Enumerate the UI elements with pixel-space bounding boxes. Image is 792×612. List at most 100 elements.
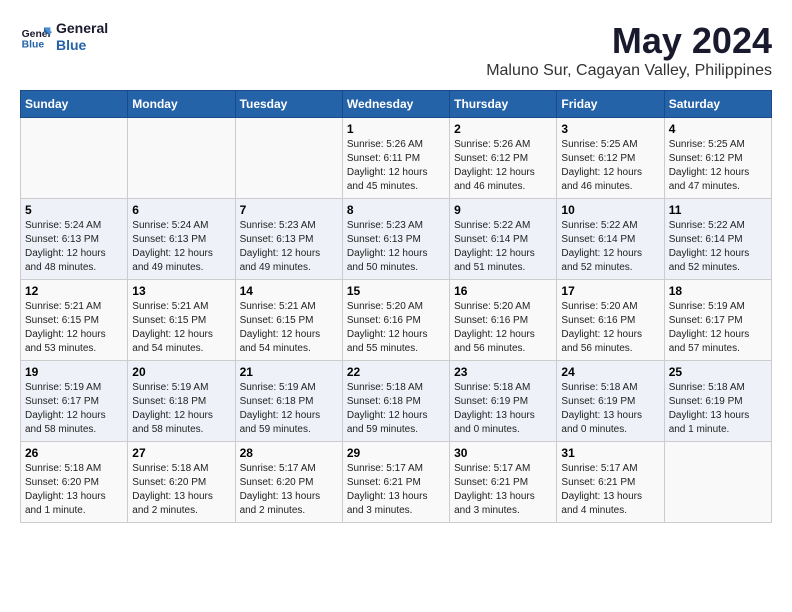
calendar-cell: 3 Sunrise: 5:25 AM Sunset: 6:12 PM Daylig… (557, 118, 664, 199)
page-header: General Blue General Blue May 2024 Malun… (20, 20, 772, 80)
calendar-cell: 19 Sunrise: 5:19 AM Sunset: 6:17 PM Dayli… (21, 361, 128, 442)
logo-general: General (56, 20, 108, 37)
calendar-cell: 29 Sunrise: 5:17 AM Sunset: 6:21 PM Dayli… (342, 442, 449, 523)
calendar-cell: 21 Sunrise: 5:19 AM Sunset: 6:18 PM Dayli… (235, 361, 342, 442)
day-number: 26 (25, 446, 123, 460)
day-number: 10 (561, 203, 659, 217)
calendar-cell: 4 Sunrise: 5:25 AM Sunset: 6:12 PM Daylig… (664, 118, 771, 199)
day-info: Sunrise: 5:20 AM Sunset: 6:16 PM Dayligh… (347, 300, 445, 356)
calendar-week-row: 26 Sunrise: 5:18 AM Sunset: 6:20 PM Dayli… (21, 442, 772, 523)
calendar-cell: 8 Sunrise: 5:23 AM Sunset: 6:13 PM Daylig… (342, 199, 449, 280)
calendar-cell: 15Sunrise: 5:20 AM Sunset: 6:16 PM Dayli… (342, 280, 449, 361)
day-of-week-tuesday: Tuesday (235, 91, 342, 118)
calendar-cell: 25 Sunrise: 5:18 AM Sunset: 6:19 PM Dayli… (664, 361, 771, 442)
day-number: 25 (669, 365, 767, 379)
day-number: 20 (132, 365, 230, 379)
day-info: Sunrise: 5:20 AM Sunset: 6:16 PM Dayligh… (454, 300, 552, 356)
day-info: Sunrise: 5:25 AM Sunset: 6:12 PM Dayligh… (561, 138, 659, 194)
day-info: Sunrise: 5:21 AM Sunset: 6:15 PM Dayligh… (132, 300, 230, 356)
calendar-cell: 2 Sunrise: 5:26 AM Sunset: 6:12 PM Daylig… (450, 118, 557, 199)
calendar-cell (664, 442, 771, 523)
day-of-week-friday: Friday (557, 91, 664, 118)
day-number: 19 (25, 365, 123, 379)
calendar-cell: 11 Sunrise: 5:22 AM Sunset: 6:14 PM Dayli… (664, 199, 771, 280)
calendar-week-row: 19 Sunrise: 5:19 AM Sunset: 6:17 PM Dayli… (21, 361, 772, 442)
day-number: 31 (561, 446, 659, 460)
day-of-week-saturday: Saturday (664, 91, 771, 118)
day-number: 14 (240, 284, 338, 298)
calendar-cell: 7Sunrise: 5:23 AM Sunset: 6:13 PM Daylig… (235, 199, 342, 280)
day-number: 12 (25, 284, 123, 298)
day-info: Sunrise: 5:23 AM Sunset: 6:13 PM Dayligh… (347, 219, 445, 275)
calendar-cell: 28Sunrise: 5:17 AM Sunset: 6:20 PM Dayli… (235, 442, 342, 523)
day-number: 4 (669, 122, 767, 136)
day-info: Sunrise: 5:25 AM Sunset: 6:12 PM Dayligh… (669, 138, 767, 194)
day-number: 7 (240, 203, 338, 217)
calendar-cell (21, 118, 128, 199)
calendar-week-row: 1Sunrise: 5:26 AM Sunset: 6:11 PM Daylig… (21, 118, 772, 199)
calendar-cell: 23 Sunrise: 5:18 AM Sunset: 6:19 PM Dayli… (450, 361, 557, 442)
calendar-cell: 20Sunrise: 5:19 AM Sunset: 6:18 PM Dayli… (128, 361, 235, 442)
calendar-cell: 16 Sunrise: 5:20 AM Sunset: 6:16 PM Dayli… (450, 280, 557, 361)
calendar-week-row: 5 Sunrise: 5:24 AM Sunset: 6:13 PM Daylig… (21, 199, 772, 280)
day-info: Sunrise: 5:26 AM Sunset: 6:12 PM Dayligh… (454, 138, 552, 194)
day-number: 11 (669, 203, 767, 217)
day-info: Sunrise: 5:22 AM Sunset: 6:14 PM Dayligh… (669, 219, 767, 275)
day-info: Sunrise: 5:17 AM Sunset: 6:20 PM Dayligh… (240, 462, 338, 518)
calendar-cell: 24Sunrise: 5:18 AM Sunset: 6:19 PM Dayli… (557, 361, 664, 442)
day-number: 29 (347, 446, 445, 460)
day-info: Sunrise: 5:17 AM Sunset: 6:21 PM Dayligh… (347, 462, 445, 518)
day-info: Sunrise: 5:22 AM Sunset: 6:14 PM Dayligh… (561, 219, 659, 275)
calendar-cell: 30Sunrise: 5:17 AM Sunset: 6:21 PM Dayli… (450, 442, 557, 523)
logo-blue: Blue (56, 37, 108, 54)
day-info: Sunrise: 5:17 AM Sunset: 6:21 PM Dayligh… (454, 462, 552, 518)
day-number: 23 (454, 365, 552, 379)
day-info: Sunrise: 5:19 AM Sunset: 6:17 PM Dayligh… (669, 300, 767, 356)
day-info: Sunrise: 5:18 AM Sunset: 6:19 PM Dayligh… (454, 381, 552, 437)
day-number: 1 (347, 122, 445, 136)
calendar-cell: 27Sunrise: 5:18 AM Sunset: 6:20 PM Dayli… (128, 442, 235, 523)
day-info: Sunrise: 5:24 AM Sunset: 6:13 PM Dayligh… (132, 219, 230, 275)
day-number: 8 (347, 203, 445, 217)
subtitle: Maluno Sur, Cagayan Valley, Philippines (486, 62, 772, 80)
day-info: Sunrise: 5:21 AM Sunset: 6:15 PM Dayligh… (25, 300, 123, 356)
day-info: Sunrise: 5:24 AM Sunset: 6:13 PM Dayligh… (25, 219, 123, 275)
day-number: 3 (561, 122, 659, 136)
day-number: 17 (561, 284, 659, 298)
day-info: Sunrise: 5:22 AM Sunset: 6:14 PM Dayligh… (454, 219, 552, 275)
calendar-cell: 14Sunrise: 5:21 AM Sunset: 6:15 PM Dayli… (235, 280, 342, 361)
day-number: 27 (132, 446, 230, 460)
day-info: Sunrise: 5:20 AM Sunset: 6:16 PM Dayligh… (561, 300, 659, 356)
day-number: 21 (240, 365, 338, 379)
day-number: 16 (454, 284, 552, 298)
calendar-cell: 17 Sunrise: 5:20 AM Sunset: 6:16 PM Dayli… (557, 280, 664, 361)
calendar-table: SundayMondayTuesdayWednesdayThursdayFrid… (20, 90, 772, 523)
calendar-cell: 6Sunrise: 5:24 AM Sunset: 6:13 PM Daylig… (128, 199, 235, 280)
calendar-cell: 5 Sunrise: 5:24 AM Sunset: 6:13 PM Daylig… (21, 199, 128, 280)
calendar-cell: 18 Sunrise: 5:19 AM Sunset: 6:17 PM Dayli… (664, 280, 771, 361)
day-number: 18 (669, 284, 767, 298)
logo: General Blue General Blue (20, 20, 108, 54)
day-info: Sunrise: 5:18 AM Sunset: 6:20 PM Dayligh… (25, 462, 123, 518)
main-title: May 2024 (486, 20, 772, 62)
svg-text:Blue: Blue (22, 39, 45, 50)
day-info: Sunrise: 5:17 AM Sunset: 6:21 PM Dayligh… (561, 462, 659, 518)
day-number: 2 (454, 122, 552, 136)
calendar-cell: 22 Sunrise: 5:18 AM Sunset: 6:18 PM Dayli… (342, 361, 449, 442)
day-number: 22 (347, 365, 445, 379)
day-info: Sunrise: 5:19 AM Sunset: 6:17 PM Dayligh… (25, 381, 123, 437)
calendar-cell: 9 Sunrise: 5:22 AM Sunset: 6:14 PM Daylig… (450, 199, 557, 280)
day-info: Sunrise: 5:18 AM Sunset: 6:18 PM Dayligh… (347, 381, 445, 437)
day-info: Sunrise: 5:18 AM Sunset: 6:19 PM Dayligh… (669, 381, 767, 437)
day-of-week-monday: Monday (128, 91, 235, 118)
day-number: 5 (25, 203, 123, 217)
calendar-cell: 10 Sunrise: 5:22 AM Sunset: 6:14 PM Dayli… (557, 199, 664, 280)
day-number: 9 (454, 203, 552, 217)
calendar-cell (128, 118, 235, 199)
calendar-header-row: SundayMondayTuesdayWednesdayThursdayFrid… (21, 91, 772, 118)
day-of-week-thursday: Thursday (450, 91, 557, 118)
day-info: Sunrise: 5:19 AM Sunset: 6:18 PM Dayligh… (240, 381, 338, 437)
calendar-cell: 13Sunrise: 5:21 AM Sunset: 6:15 PM Dayli… (128, 280, 235, 361)
day-of-week-wednesday: Wednesday (342, 91, 449, 118)
calendar-cell: 31 Sunrise: 5:17 AM Sunset: 6:21 PM Dayli… (557, 442, 664, 523)
